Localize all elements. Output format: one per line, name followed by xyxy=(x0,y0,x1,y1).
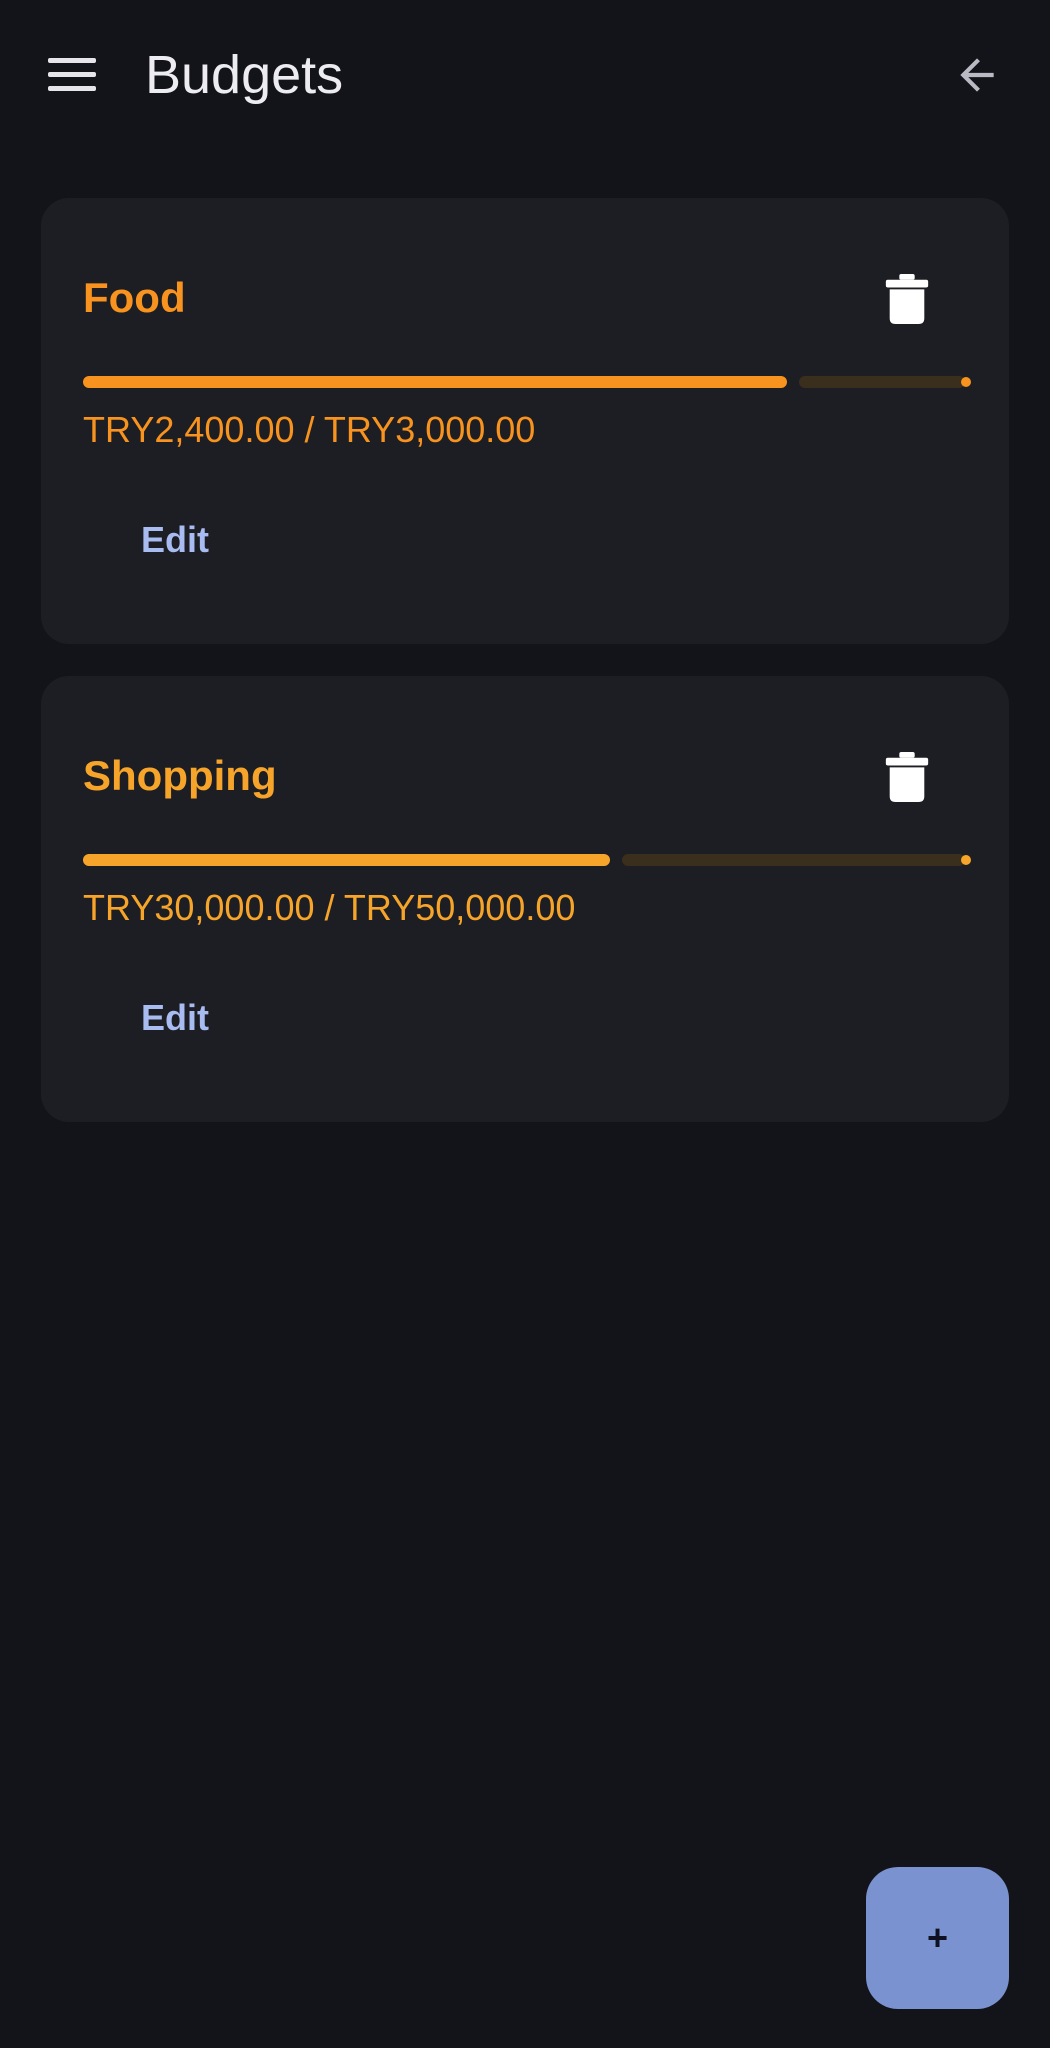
budget-card-shopping: Shopping TRY30,000.00 / TRY50,000.00 Edi… xyxy=(41,676,1009,1122)
plus-icon: + xyxy=(926,1917,949,1958)
budget-amount: TRY30,000.00 / TRY50,000.00 xyxy=(83,887,576,928)
add-budget-button[interactable]: + xyxy=(866,1867,1009,2009)
page-title: Budgets xyxy=(145,45,344,105)
arrow-left-icon[interactable] xyxy=(952,50,1002,100)
progress-end-dot xyxy=(961,377,971,387)
edit-button[interactable]: Edit xyxy=(141,516,209,564)
budget-name: Shopping xyxy=(83,752,277,799)
edit-button[interactable]: Edit xyxy=(141,994,209,1042)
progress-fill xyxy=(83,854,610,866)
progress-end-dot xyxy=(961,855,971,865)
budget-progress-bar xyxy=(83,376,971,388)
app-bar: Budgets xyxy=(0,0,1050,150)
budget-card-food: Food TRY2,400.00 / TRY3,000.00 Edit xyxy=(41,198,1009,644)
budget-name: Food xyxy=(83,274,186,321)
budget-amount: TRY2,400.00 / TRY3,000.00 xyxy=(83,409,536,450)
progress-fill xyxy=(83,376,787,388)
progress-track xyxy=(622,854,965,866)
progress-track xyxy=(799,376,965,388)
hamburger-menu-icon[interactable] xyxy=(48,58,96,92)
budget-progress-bar xyxy=(83,854,971,866)
trash-icon[interactable] xyxy=(885,752,929,802)
trash-icon[interactable] xyxy=(885,274,929,324)
